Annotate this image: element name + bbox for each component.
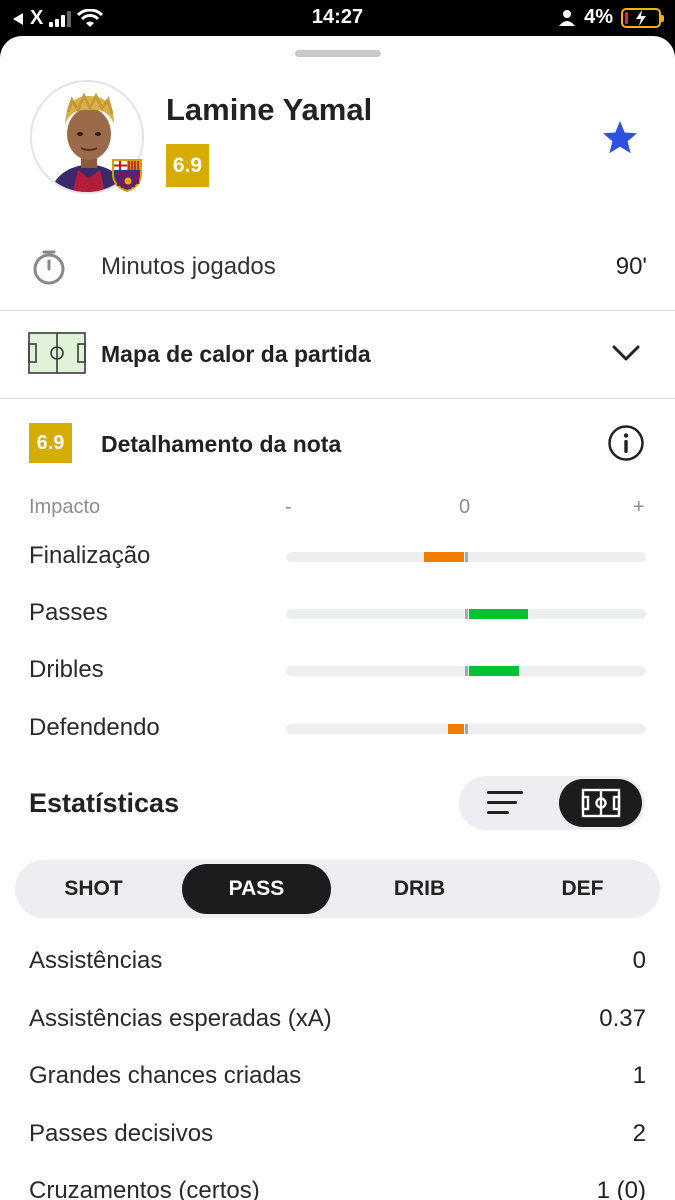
impact-bar-track bbox=[286, 724, 646, 734]
pitch-icon bbox=[581, 788, 620, 818]
stat-label: Assistências esperadas (xA) bbox=[29, 1005, 332, 1032]
list-lines-icon bbox=[487, 791, 523, 814]
rating-breakdown-row: 6.9 Detalhamento da nota bbox=[0, 414, 675, 474]
battery-icon bbox=[621, 7, 664, 28]
stat-label: Cruzamentos (certos) bbox=[29, 1177, 260, 1200]
impact-bar-track bbox=[286, 552, 646, 562]
impact-row-label: Finalização bbox=[29, 542, 151, 569]
stat-value: 1 (0) bbox=[596, 1177, 646, 1200]
impact-bar-track bbox=[286, 666, 646, 676]
impact-minus-label: - bbox=[285, 496, 292, 518]
divider bbox=[0, 398, 675, 399]
impact-bar-fill bbox=[424, 552, 464, 562]
stat-label: Passes decisivos bbox=[29, 1120, 214, 1147]
tab-pass[interactable]: PASS bbox=[182, 864, 331, 914]
stats-title: Estatísticas bbox=[29, 788, 180, 818]
player-rating-badge: 6.9 bbox=[166, 144, 209, 187]
heatmap-label: Mapa de calor da partida bbox=[101, 341, 371, 367]
player-sheet: Lamine Yamal 6.9 Minutos jogados 90' Map… bbox=[0, 36, 675, 1200]
impact-bar-track bbox=[286, 609, 646, 619]
stat-value: 2 bbox=[632, 1120, 646, 1147]
impact-zero-marker bbox=[465, 666, 468, 676]
impact-row: Defendendo bbox=[0, 708, 675, 748]
tab-def[interactable]: DEF bbox=[508, 864, 657, 914]
info-icon[interactable] bbox=[607, 424, 645, 462]
stopwatch-icon bbox=[33, 250, 65, 285]
impact-zero-label: 0 bbox=[459, 496, 471, 518]
stats-view-toggle[interactable] bbox=[459, 776, 645, 830]
stat-value: 0.37 bbox=[599, 1005, 646, 1032]
stat-label: Grandes chances criadas bbox=[29, 1062, 302, 1089]
stat-row: Grandes chances criadas 1 bbox=[0, 1057, 675, 1097]
stat-row: Assistências 0 bbox=[0, 942, 675, 982]
tab-shot[interactable]: SHOT bbox=[19, 864, 168, 914]
stat-label: Assistências bbox=[29, 947, 163, 974]
impact-row: Finalização bbox=[0, 536, 675, 576]
pitch-view-button[interactable] bbox=[559, 779, 642, 827]
stat-row: Passes decisivos 2 bbox=[0, 1115, 675, 1155]
stats-category-tabs: SHOT PASS DRIB DEF bbox=[15, 860, 660, 918]
club-crest-icon bbox=[112, 159, 142, 192]
impact-zero-marker bbox=[465, 609, 468, 619]
impact-plus-label: + bbox=[633, 496, 645, 518]
status-right: 4% bbox=[558, 6, 664, 29]
impact-header-label: Impacto bbox=[29, 496, 101, 518]
minutes-value: 90' bbox=[615, 253, 647, 280]
stat-row: Cruzamentos (certos) 1 (0) bbox=[0, 1172, 675, 1200]
impact-zero-marker bbox=[465, 552, 468, 562]
minutes-label: Minutos jogados bbox=[101, 253, 276, 280]
divider bbox=[0, 310, 675, 311]
sheet-grabber[interactable] bbox=[295, 50, 381, 57]
status-bar: X 14:27 4% bbox=[0, 0, 675, 36]
stat-value: 0 bbox=[632, 947, 646, 974]
impact-axis-header: Impacto - 0 + bbox=[0, 496, 675, 522]
impact-bar-fill bbox=[447, 724, 464, 734]
favorite-star-icon[interactable] bbox=[600, 118, 640, 158]
minutes-played-row: Minutos jogados 90' bbox=[0, 236, 675, 298]
rating-breakdown-label: Detalhamento da nota bbox=[101, 431, 342, 457]
battery-percent: 4% bbox=[584, 6, 613, 28]
stat-value: 1 bbox=[632, 1062, 646, 1089]
stat-row: Assistências esperadas (xA) 0.37 bbox=[0, 1000, 675, 1040]
impact-row: Dribles bbox=[0, 650, 675, 690]
list-view-button[interactable] bbox=[477, 783, 533, 823]
player-name: Lamine Yamal bbox=[166, 92, 373, 127]
impact-zero-marker bbox=[465, 724, 468, 734]
pitch-map-icon bbox=[28, 332, 86, 374]
impact-row: Passes bbox=[0, 593, 675, 633]
impact-row-label: Dribles bbox=[29, 656, 104, 683]
impact-row-label: Defendendo bbox=[29, 714, 160, 741]
chevron-down-icon[interactable] bbox=[611, 342, 641, 364]
tab-drib[interactable]: DRIB bbox=[345, 864, 494, 914]
impact-bar-fill bbox=[469, 609, 529, 619]
impact-bar-fill bbox=[469, 666, 520, 676]
heatmap-row[interactable]: Mapa de calor da partida bbox=[0, 324, 675, 384]
rating-breakdown-badge: 6.9 bbox=[29, 423, 72, 463]
impact-row-label: Passes bbox=[29, 599, 108, 626]
person-icon bbox=[559, 9, 576, 26]
